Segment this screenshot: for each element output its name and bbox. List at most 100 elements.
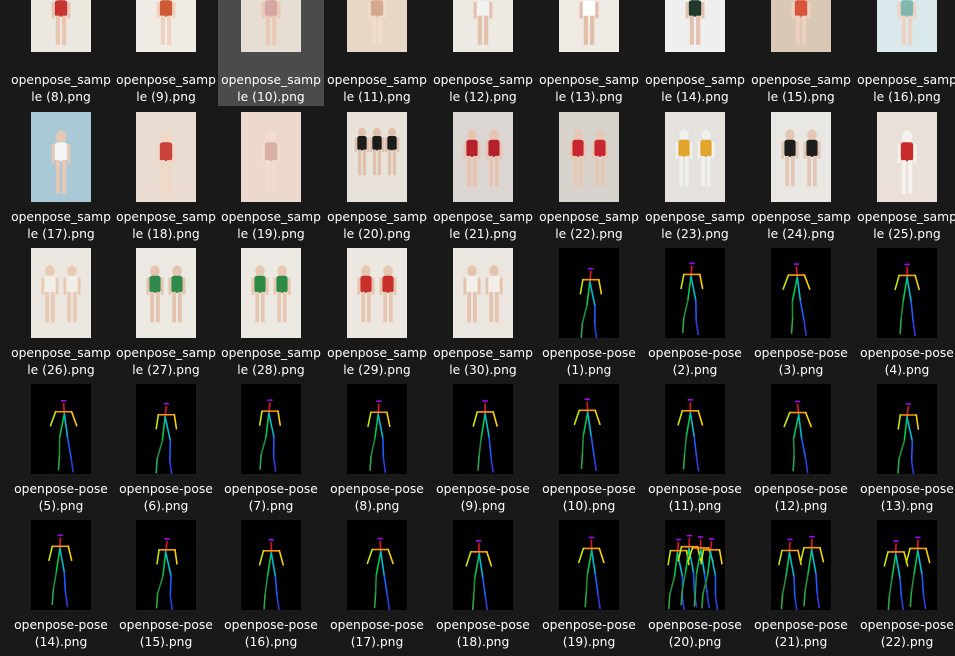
file-thumbnail[interactable] — [559, 520, 619, 610]
file-item[interactable]: openpose-pose (17).png — [324, 520, 430, 656]
file-thumbnail[interactable] — [347, 520, 407, 610]
file-thumbnail[interactable] — [453, 384, 513, 474]
file-thumbnail[interactable] — [241, 248, 301, 338]
file-thumbnail[interactable] — [31, 384, 91, 474]
file-item[interactable]: openpose-pose (22).png — [854, 520, 955, 656]
file-thumbnail[interactable] — [453, 112, 513, 202]
file-thumbnail[interactable] — [241, 520, 301, 610]
file-item[interactable]: openpose_sample (9).png — [113, 0, 219, 106]
file-name-label: openpose-pose (11).png — [642, 481, 748, 515]
file-item[interactable]: openpose_sample (24).png — [748, 112, 854, 248]
file-item[interactable]: openpose-pose (7).png — [218, 384, 324, 520]
file-item[interactable]: openpose-pose (13).png — [854, 384, 955, 520]
file-item[interactable]: openpose-pose (20).png — [642, 520, 748, 656]
file-name-label: openpose_sample (21).png — [430, 209, 536, 243]
file-thumbnail[interactable] — [31, 0, 91, 52]
file-item[interactable]: openpose_sample (23).png — [642, 112, 748, 248]
file-thumbnail[interactable] — [241, 384, 301, 474]
file-item[interactable]: openpose-pose (9).png — [430, 384, 536, 520]
file-thumbnail[interactable] — [241, 0, 301, 52]
file-thumbnail[interactable] — [136, 384, 196, 474]
file-item[interactable]: openpose-pose (4).png — [854, 248, 955, 384]
file-thumbnail[interactable] — [31, 112, 91, 202]
file-thumbnail[interactable] — [771, 248, 831, 338]
file-item[interactable]: openpose-pose (18).png — [430, 520, 536, 656]
file-thumbnail[interactable] — [559, 0, 619, 52]
file-item[interactable]: openpose_sample (28).png — [218, 248, 324, 384]
file-item[interactable]: openpose_sample (20).png — [324, 112, 430, 248]
file-item[interactable]: openpose-pose (5).png — [8, 384, 114, 520]
file-item[interactable]: openpose-pose (3).png — [748, 248, 854, 384]
file-item[interactable]: openpose_sample (26).png — [8, 248, 114, 384]
file-item[interactable]: openpose-pose (14).png — [8, 520, 114, 656]
file-item[interactable]: openpose_sample (22).png — [536, 112, 642, 248]
file-thumbnail[interactable] — [136, 248, 196, 338]
file-name-label: openpose_sample (20).png — [324, 209, 430, 243]
file-thumbnail[interactable] — [453, 520, 513, 610]
file-name-label: openpose-pose (5).png — [8, 481, 114, 515]
file-thumbnail[interactable] — [665, 112, 725, 202]
file-item[interactable]: openpose_sample (27).png — [113, 248, 219, 384]
file-thumbnail[interactable] — [771, 520, 831, 610]
file-item[interactable]: openpose_sample (25).png — [854, 112, 955, 248]
file-item[interactable]: openpose_sample (17).png — [8, 112, 114, 248]
file-thumbnail[interactable] — [31, 248, 91, 338]
file-item[interactable]: openpose_sample (8).png — [8, 0, 114, 106]
file-item[interactable]: openpose_sample (30).png — [430, 248, 536, 384]
file-item[interactable]: openpose_sample (15).png — [748, 0, 854, 106]
file-item[interactable]: openpose-pose (16).png — [218, 520, 324, 656]
file-thumbnail[interactable] — [665, 0, 725, 52]
file-item[interactable]: openpose-pose (8).png — [324, 384, 430, 520]
file-item[interactable]: openpose-pose (19).png — [536, 520, 642, 656]
file-item[interactable]: openpose_sample (12).png — [430, 0, 536, 106]
file-thumbnail[interactable] — [347, 248, 407, 338]
file-thumbnail[interactable] — [877, 384, 937, 474]
file-name-label: openpose_sample (29).png — [324, 345, 430, 379]
file-item[interactable]: openpose-pose (2).png — [642, 248, 748, 384]
file-item[interactable]: openpose_sample (19).png — [218, 112, 324, 248]
file-thumbnail[interactable] — [559, 248, 619, 338]
file-item[interactable]: openpose-pose (12).png — [748, 384, 854, 520]
file-thumbnail[interactable] — [665, 248, 725, 338]
file-thumbnail[interactable] — [453, 0, 513, 52]
file-thumbnail[interactable] — [877, 520, 937, 610]
file-thumbnail[interactable] — [453, 248, 513, 338]
file-thumbnail[interactable] — [347, 384, 407, 474]
file-item[interactable]: openpose-pose (6).png — [113, 384, 219, 520]
file-thumbnail[interactable] — [347, 0, 407, 52]
file-thumbnail[interactable] — [665, 384, 725, 474]
file-name-label: openpose-pose (3).png — [748, 345, 854, 379]
file-item[interactable]: openpose_sample (29).png — [324, 248, 430, 384]
file-name-label: openpose_sample (12).png — [430, 72, 536, 106]
file-item[interactable]: openpose-pose (11).png — [642, 384, 748, 520]
file-item[interactable]: openpose-pose (15).png — [113, 520, 219, 656]
file-item[interactable]: openpose_sample (16).png — [854, 0, 955, 106]
file-item[interactable]: openpose_sample (21).png — [430, 112, 536, 248]
file-thumbnail[interactable] — [347, 112, 407, 202]
file-thumbnail[interactable] — [877, 112, 937, 202]
file-item[interactable]: openpose-pose (21).png — [748, 520, 854, 656]
file-name-label: openpose_sample (19).png — [218, 209, 324, 243]
file-thumbnail[interactable] — [136, 520, 196, 610]
file-thumbnail[interactable] — [877, 248, 937, 338]
file-item[interactable]: openpose_sample (13).png — [536, 0, 642, 106]
file-thumbnail[interactable] — [771, 0, 831, 52]
file-name-label: openpose-pose (8).png — [324, 481, 430, 515]
file-name-label: openpose-pose (1).png — [536, 345, 642, 379]
file-thumbnail[interactable] — [31, 520, 91, 610]
file-item[interactable]: openpose_sample (14).png — [642, 0, 748, 106]
file-item[interactable]: openpose_sample (10).png — [218, 0, 324, 106]
file-item[interactable]: openpose_sample (18).png — [113, 112, 219, 248]
file-thumbnail[interactable] — [665, 520, 725, 610]
file-thumbnail[interactable] — [136, 112, 196, 202]
file-item[interactable]: openpose-pose (10).png — [536, 384, 642, 520]
file-thumbnail[interactable] — [771, 384, 831, 474]
file-item[interactable]: openpose-pose (1).png — [536, 248, 642, 384]
file-thumbnail[interactable] — [559, 112, 619, 202]
file-thumbnail[interactable] — [877, 0, 937, 52]
file-thumbnail[interactable] — [136, 0, 196, 52]
file-thumbnail[interactable] — [241, 112, 301, 202]
file-item[interactable]: openpose_sample (11).png — [324, 0, 430, 106]
file-thumbnail[interactable] — [771, 112, 831, 202]
file-thumbnail[interactable] — [559, 384, 619, 474]
